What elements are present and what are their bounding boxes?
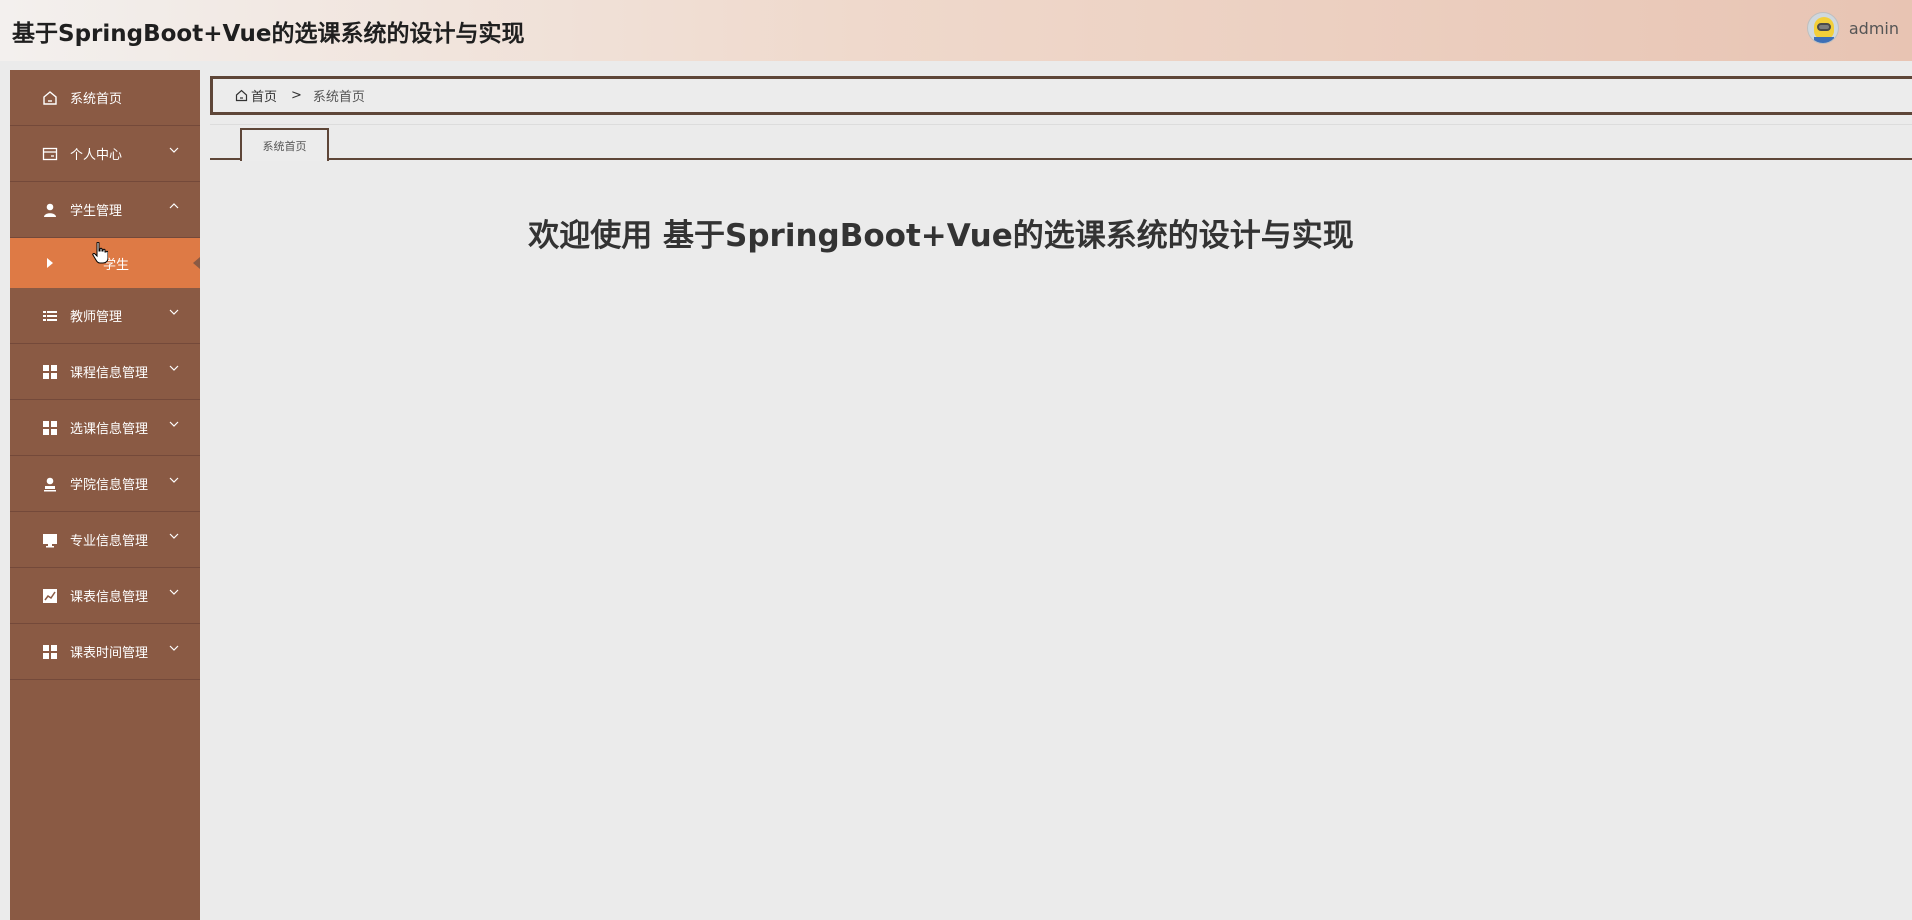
sidebar-item-course-info-management[interactable]: 课程信息管理 <box>10 344 200 400</box>
sidebar-item-timetable-info-management[interactable]: 课表信息管理 <box>10 568 200 624</box>
sidebar-item-label: 专业信息管理 <box>70 534 149 549</box>
chevron-down-icon <box>168 642 180 654</box>
chevron-down-icon <box>168 530 180 542</box>
stamp-icon <box>40 474 60 494</box>
home-icon <box>40 88 60 108</box>
active-indicator <box>193 257 200 269</box>
breadcrumb-separator: > <box>291 88 302 103</box>
chart-icon <box>40 586 60 606</box>
breadcrumb: 首页 > 系统首页 <box>210 76 1912 115</box>
list-icon <box>40 306 60 326</box>
tab-system-home[interactable]: 系统首页 <box>240 128 329 161</box>
caret-right-icon <box>47 257 57 269</box>
wallet-icon <box>40 144 60 164</box>
breadcrumb-home-label: 首页 <box>251 90 278 105</box>
sidebar-item-label: 教师管理 <box>70 310 123 325</box>
grid-icon <box>40 418 60 438</box>
chevron-up-icon <box>168 200 180 212</box>
chevron-down-icon <box>168 144 180 156</box>
chevron-down-icon <box>168 418 180 430</box>
grid-icon <box>40 362 60 382</box>
sidebar-item-label: 学院信息管理 <box>70 478 149 493</box>
sidebar-item-home[interactable]: 系统首页 <box>10 70 200 126</box>
welcome-heading: 欢迎使用 基于SpringBoot+Vue的选课系统的设计与实现 <box>528 218 1354 254</box>
chevron-down-icon <box>168 474 180 486</box>
tab-bar: 系统首页 <box>210 124 1912 161</box>
username[interactable]: admin <box>1849 19 1899 38</box>
home-icon <box>235 89 248 102</box>
breadcrumb-home[interactable]: 首页 <box>235 86 277 105</box>
sidebar-item-student-management[interactable]: 学生管理 <box>10 182 200 238</box>
sidebar-item-personal-center[interactable]: 个人中心 <box>10 126 200 182</box>
chevron-down-icon <box>168 362 180 374</box>
sidebar: 系统首页 个人中心 学生管理 学生 教师管理 课程信息管理 选课信息管理 学院信… <box>10 70 200 920</box>
user-icon <box>40 200 60 220</box>
sidebar-item-label: 系统首页 <box>70 92 123 107</box>
sidebar-item-label: 课表时间管理 <box>70 646 149 661</box>
sidebar-item-major-info-management[interactable]: 专业信息管理 <box>10 512 200 568</box>
sidebar-item-label: 课程信息管理 <box>70 366 149 381</box>
user-menu[interactable]: admin <box>1806 12 1899 44</box>
sidebar-item-course-selection-management[interactable]: 选课信息管理 <box>10 400 200 456</box>
sidebar-item-label: 学生管理 <box>70 204 123 219</box>
sidebar-item-label: 选课信息管理 <box>70 422 149 437</box>
chevron-down-icon <box>168 586 180 598</box>
app-title: 基于SpringBoot+Vue的选课系统的设计与实现 <box>12 20 525 47</box>
sidebar-item-teacher-management[interactable]: 教师管理 <box>10 288 200 344</box>
breadcrumb-current: 系统首页 <box>312 90 365 105</box>
grid-icon <box>40 642 60 662</box>
sidebar-item-label: 个人中心 <box>70 148 123 163</box>
monitor-icon <box>40 530 60 550</box>
top-header: 基于SpringBoot+Vue的选课系统的设计与实现 admin <box>0 0 1912 61</box>
sidebar-item-college-info-management[interactable]: 学院信息管理 <box>10 456 200 512</box>
hand-cursor-icon <box>92 242 108 264</box>
sidebar-item-timetable-time-management[interactable]: 课表时间管理 <box>10 624 200 680</box>
chevron-down-icon <box>168 306 180 318</box>
sidebar-item-label: 课表信息管理 <box>70 590 149 605</box>
welcome-section: 欢迎使用 基于SpringBoot+Vue的选课系统的设计与实现 <box>210 210 1912 255</box>
avatar[interactable] <box>1806 12 1839 44</box>
